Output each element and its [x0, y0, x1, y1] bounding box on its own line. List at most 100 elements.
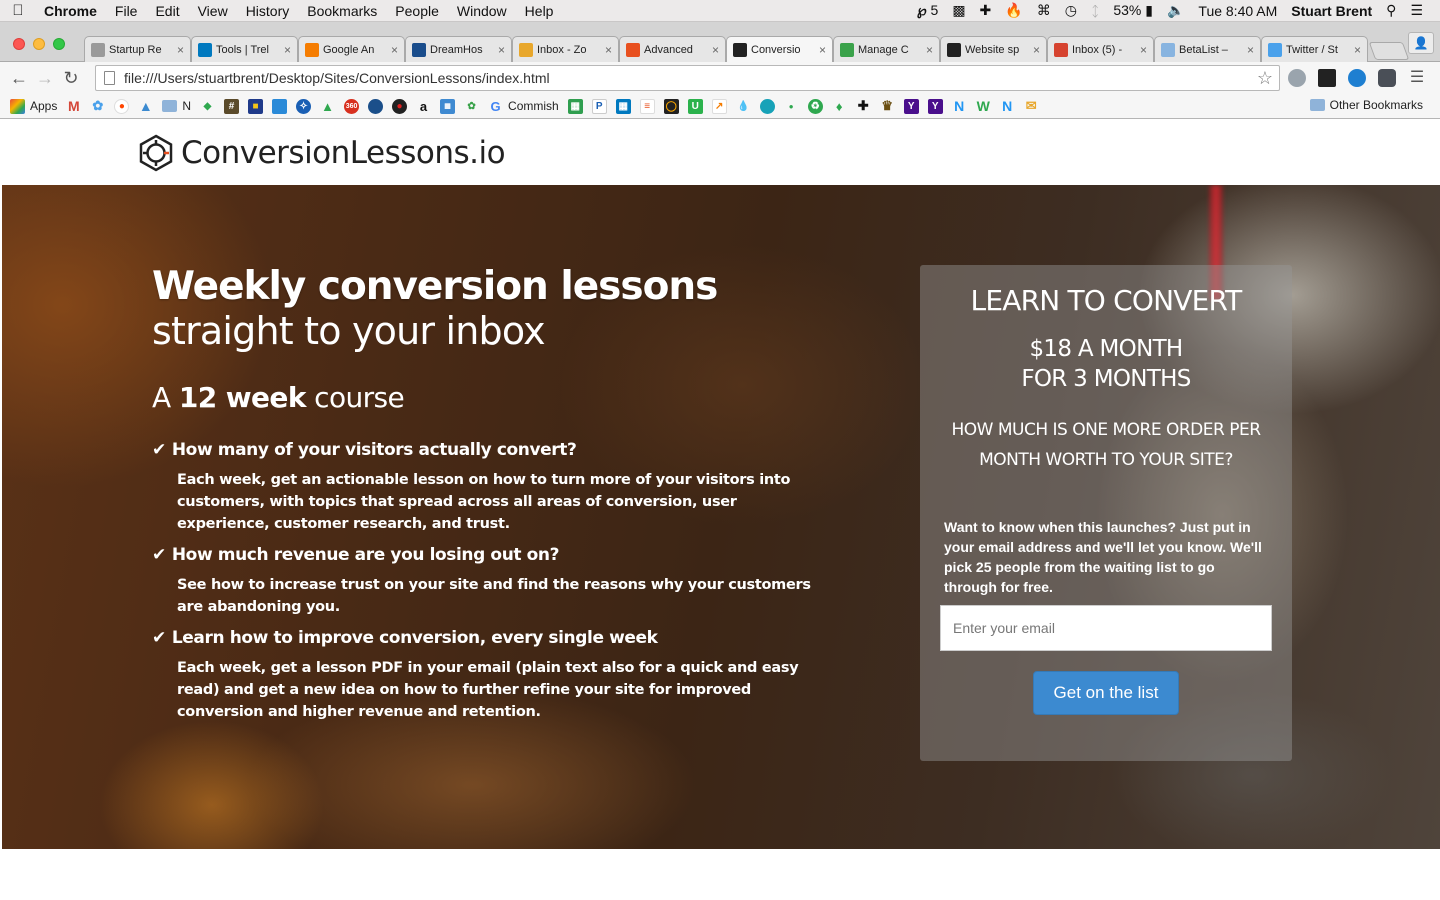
browser-tab[interactable]: Advanced × [619, 36, 726, 62]
bookmark-360[interactable]: 360 [344, 98, 360, 114]
menu-view[interactable]: View [189, 3, 237, 19]
menu-bookmarks[interactable]: Bookmarks [298, 3, 386, 19]
bookmark-commish[interactable]: G Commish [488, 99, 558, 114]
apple-menu-icon[interactable]:  [0, 2, 36, 19]
tab-close-icon[interactable]: × [819, 43, 826, 57]
tab-close-icon[interactable]: × [1354, 43, 1361, 57]
bookmark-star-icon[interactable]: ☆ [1257, 68, 1273, 89]
bookmark-calendar[interactable]: ▦ [440, 98, 456, 114]
bookmark-stack[interactable]: ≡ [639, 98, 655, 114]
bookmark-blue-square[interactable] [272, 98, 288, 114]
chrome-menu-icon[interactable]: ☰ [1408, 69, 1426, 87]
new-tab-button[interactable] [1368, 42, 1410, 60]
tab-close-icon[interactable]: × [605, 43, 612, 57]
bookmark-recycle[interactable]: ♻ [807, 98, 823, 114]
browser-tab[interactable]: Conversio × [726, 36, 833, 62]
bookmark-moon[interactable] [368, 98, 384, 114]
tab-close-icon[interactable]: × [712, 43, 719, 57]
bookmark-yellow-square[interactable]: ■ [248, 98, 264, 114]
menu-file[interactable]: File [106, 3, 147, 19]
browser-tab[interactable]: Website sp × [940, 36, 1047, 62]
bookmark-w[interactable]: W [976, 98, 991, 114]
bookmark-reddit[interactable]: ● [114, 98, 130, 114]
menu-app-chrome[interactable]: Chrome [36, 3, 106, 19]
bookmark-envelope[interactable]: ✉ [1024, 98, 1039, 114]
dropbox-icon[interactable]: ▩ [945, 2, 972, 19]
browser-tab[interactable]: BetaList – × [1154, 36, 1261, 62]
wifi-icon[interactable]: ⌘ [1030, 2, 1058, 19]
battery-status[interactable]: 53% ▮ [1106, 2, 1160, 19]
spotlight-search-icon[interactable]: ⚲ [1379, 2, 1403, 19]
adobe-creative-cloud-icon[interactable]: ℘ 5 [910, 2, 945, 19]
tab-close-icon[interactable]: × [391, 43, 398, 57]
get-on-list-button[interactable]: Get on the list [1033, 671, 1179, 715]
extension-buffer-icon[interactable] [1318, 69, 1336, 87]
bookmark-leaf[interactable]: ✿ [464, 99, 479, 114]
menu-people[interactable]: People [386, 3, 448, 19]
bluetooth-icon[interactable]: ᛨ [1084, 3, 1106, 19]
bookmark-folder-n[interactable]: N [162, 99, 191, 113]
bookmark-u[interactable]: U [687, 98, 703, 114]
tab-close-icon[interactable]: × [1140, 43, 1147, 57]
bookmark-n-2[interactable]: N [1000, 98, 1015, 114]
browser-tab[interactable]: Startup Re × [84, 36, 191, 62]
bookmark-twitter[interactable]: ✿ [90, 98, 105, 114]
menu-help[interactable]: Help [516, 3, 563, 19]
time-machine-icon[interactable]: ◷ [1058, 2, 1084, 19]
tab-close-icon[interactable]: × [498, 43, 505, 57]
clock[interactable]: Tue 8:40 AM [1191, 3, 1284, 19]
extension-amazon-assistant-icon[interactable] [1348, 69, 1366, 87]
bookmark-drive-green[interactable]: ▲ [320, 99, 335, 114]
profile-icon[interactable]: 👤 [1408, 32, 1434, 54]
forward-arrow-icon[interactable]: → [32, 68, 58, 89]
bookmark-red-circle[interactable]: ● [392, 98, 408, 114]
tab-close-icon[interactable]: × [177, 43, 184, 57]
volume-icon[interactable]: 🔈 [1160, 2, 1191, 19]
tab-close-icon[interactable]: × [284, 43, 291, 57]
browser-tab[interactable]: Google An × [298, 36, 405, 62]
puzzle-icon[interactable]: ✚ [973, 2, 999, 19]
bookmark-chase[interactable]: ✧ [296, 98, 312, 114]
bookmark-crown[interactable]: ♛ [880, 98, 895, 114]
address-bar[interactable]: file:///Users/stuartbrent/Desktop/Sites/… [95, 65, 1280, 91]
browser-tab[interactable]: Inbox (5) - × [1047, 36, 1154, 62]
tab-close-icon[interactable]: × [1247, 43, 1254, 57]
bookmark-other[interactable]: Other Bookmarks [1309, 98, 1423, 112]
browser-tab[interactable]: Tools | Trel × [191, 36, 298, 62]
back-arrow-icon[interactable]: ← [6, 68, 32, 89]
menu-window[interactable]: Window [448, 3, 516, 19]
bookmark-gmail[interactable]: M [66, 98, 81, 114]
tab-close-icon[interactable]: × [1033, 43, 1040, 57]
bookmark-teal-circle[interactable] [759, 98, 775, 114]
menu-edit[interactable]: Edit [146, 3, 188, 19]
bookmark-puzzle[interactable]: ✚ [856, 98, 871, 114]
site-name[interactable]: ConversionLessons.io [181, 135, 506, 171]
target-logo-icon[interactable] [137, 134, 175, 172]
bookmark-p[interactable]: P [591, 98, 607, 114]
bookmark-yahoo-2[interactable]: Y [927, 98, 943, 114]
browser-tab[interactable]: Twitter / St × [1261, 36, 1368, 62]
bookmark-analytics[interactable]: ↗ [711, 98, 727, 114]
browser-tab[interactable]: Inbox - Zo × [512, 36, 619, 62]
zoom-window-icon[interactable] [53, 38, 65, 50]
bookmark-n-1[interactable]: N [952, 98, 967, 114]
flame-icon[interactable]: 🔥 [998, 2, 1029, 19]
email-field[interactable] [940, 605, 1272, 651]
user-name[interactable]: Stuart Brent [1284, 3, 1379, 19]
notification-center-icon[interactable]: ☰ [1403, 2, 1430, 19]
bookmark-dark-orange[interactable]: ◯ [663, 98, 679, 114]
tab-close-icon[interactable]: × [926, 43, 933, 57]
browser-tab[interactable]: Manage C × [833, 36, 940, 62]
bookmark-hash[interactable]: # [224, 98, 240, 114]
bookmark-yahoo-1[interactable]: Y [903, 98, 919, 114]
bookmark-amazon[interactable]: a [416, 99, 431, 114]
address-url[interactable]: file:///Users/stuartbrent/Desktop/Sites/… [124, 70, 1257, 86]
bookmark-evernote[interactable]: ♦ [832, 99, 847, 114]
bookmark-green-dot[interactable]: ● [784, 99, 799, 114]
close-window-icon[interactable] [13, 38, 25, 50]
menu-history[interactable]: History [237, 3, 299, 19]
minimize-window-icon[interactable] [33, 38, 45, 50]
bookmark-green-gem[interactable]: ◆ [200, 99, 215, 114]
extension-pocket-icon[interactable] [1378, 69, 1396, 87]
bookmark-apps[interactable]: Apps [10, 98, 57, 114]
